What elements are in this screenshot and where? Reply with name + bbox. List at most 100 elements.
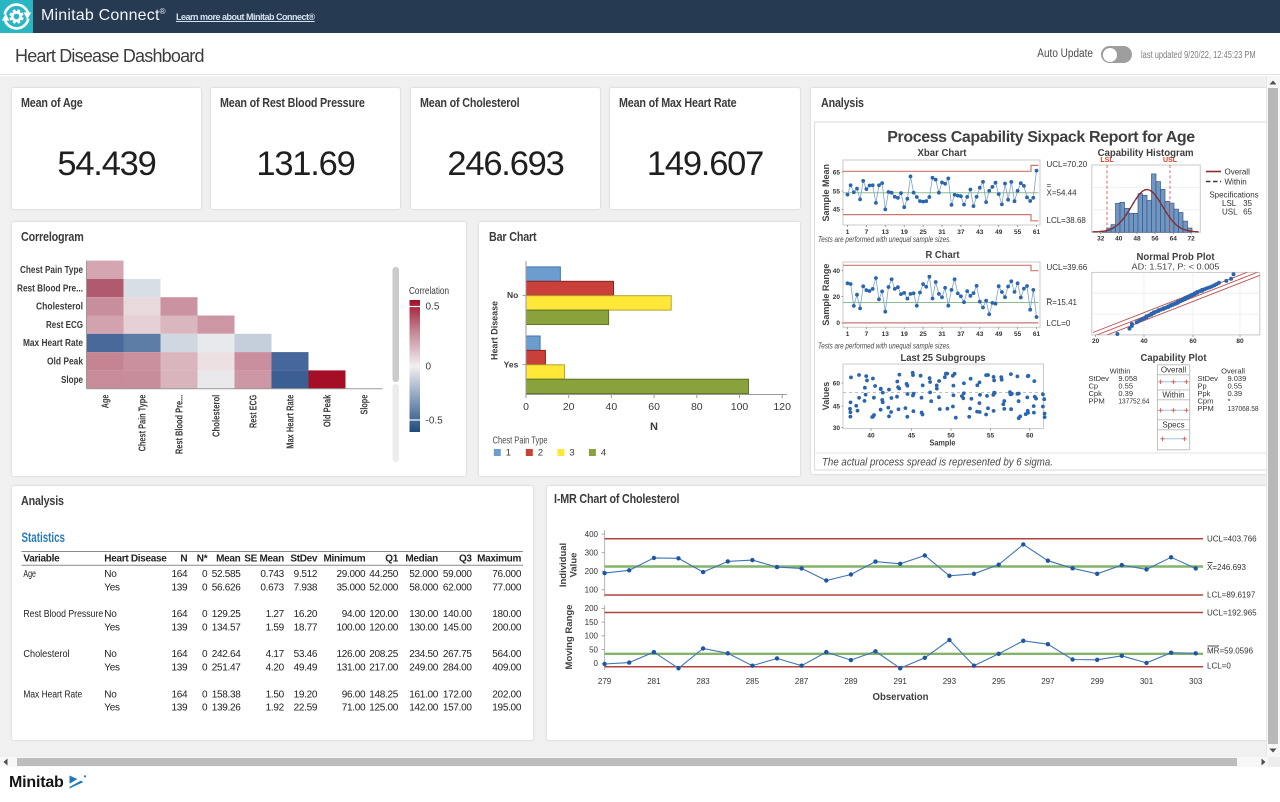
svg-text:Specs: Specs: [1162, 420, 1184, 429]
svg-text:1.50: 1.50: [266, 689, 285, 700]
svg-text:Sample Mean: Sample Mean: [821, 164, 831, 222]
svg-text:UCL=70.20: UCL=70.20: [1047, 160, 1088, 169]
svg-text:52.000: 52.000: [369, 582, 399, 593]
svg-text:64: 64: [1170, 235, 1178, 242]
svg-text:142.00: 142.00: [409, 703, 439, 714]
svg-text:Slope: Slope: [61, 375, 83, 386]
svg-text:100: 100: [731, 401, 749, 413]
svg-text:49: 49: [995, 229, 1003, 236]
svg-text:297: 297: [1041, 677, 1055, 686]
svg-text:-0.5: -0.5: [426, 416, 444, 427]
svg-text:16.20: 16.20: [294, 609, 318, 620]
svg-text:18.77: 18.77: [294, 623, 318, 634]
svg-text:X=246.693: X=246.693: [1207, 563, 1246, 572]
svg-text:No: No: [104, 609, 117, 620]
svg-text:N*: N*: [197, 554, 208, 565]
svg-text:40: 40: [1115, 235, 1123, 242]
svg-text:Statistics: Statistics: [22, 530, 66, 545]
svg-text:No: No: [104, 689, 117, 700]
svg-text:4: 4: [601, 448, 606, 459]
svg-text:55: 55: [1014, 331, 1022, 338]
svg-text:3: 3: [569, 448, 574, 459]
svg-text:94.00: 94.00: [342, 609, 366, 620]
svg-text:148.25: 148.25: [369, 689, 399, 700]
svg-text:Cholesterol: Cholesterol: [23, 649, 69, 660]
svg-text:Age: Age: [100, 394, 111, 408]
svg-text:2: 2: [538, 448, 543, 459]
svg-text:Within: Within: [1225, 178, 1247, 187]
svg-text:LCL=0: LCL=0: [1047, 319, 1071, 328]
svg-text:LCL=0: LCL=0: [1207, 662, 1231, 671]
svg-text:145.00: 145.00: [443, 623, 473, 634]
svg-text:LCL=38.68: LCL=38.68: [1047, 216, 1087, 225]
svg-text:0: 0: [202, 582, 208, 593]
svg-text:Tests are performed with unequ: Tests are performed with unequal sample …: [818, 341, 951, 351]
svg-text:164: 164: [172, 689, 189, 700]
svg-text:300: 300: [585, 549, 599, 558]
svg-text:217.00: 217.00: [369, 663, 399, 674]
svg-text:55: 55: [987, 433, 995, 440]
svg-text:120.00: 120.00: [369, 623, 399, 634]
svg-text:60: 60: [648, 401, 660, 413]
svg-text:49: 49: [995, 331, 1003, 338]
svg-text:120: 120: [773, 401, 791, 413]
svg-text:45: 45: [833, 403, 841, 410]
svg-text:53.46: 53.46: [294, 649, 318, 660]
svg-text:Maximum: Maximum: [477, 554, 521, 565]
svg-text:131.00: 131.00: [337, 663, 367, 674]
svg-text:140.00: 140.00: [443, 609, 473, 620]
svg-text:9.512: 9.512: [294, 569, 318, 580]
svg-text:Yes: Yes: [104, 703, 120, 714]
svg-text:137068.58: 137068.58: [1228, 404, 1259, 413]
svg-text:Correlation: Correlation: [409, 285, 449, 297]
svg-text:22.59: 22.59: [294, 703, 318, 714]
svg-text:139.26: 139.26: [212, 703, 242, 714]
svg-text:Q3: Q3: [459, 554, 472, 565]
svg-text:USL: USL: [1163, 157, 1178, 164]
svg-text:44.250: 44.250: [369, 569, 399, 580]
svg-text:43: 43: [976, 331, 984, 338]
svg-text:29.000: 29.000: [337, 569, 367, 580]
svg-text:UCL=192.965: UCL=192.965: [1207, 609, 1257, 618]
svg-text:200: 200: [585, 604, 599, 613]
svg-text:285: 285: [746, 677, 760, 686]
svg-text:19: 19: [901, 331, 909, 338]
svg-text:139: 139: [172, 703, 189, 714]
svg-text:100.00: 100.00: [337, 623, 367, 634]
svg-text:Rest Blood Pressure: Rest Blood Pressure: [23, 609, 103, 620]
svg-text:1.59: 1.59: [266, 623, 285, 634]
svg-text:200: 200: [585, 567, 599, 576]
svg-text:139: 139: [172, 582, 189, 593]
svg-text:USL: USL: [1222, 208, 1238, 217]
svg-text:0: 0: [836, 320, 840, 327]
svg-text:No: No: [507, 290, 518, 300]
svg-text:Chest Pain Type: Chest Pain Type: [20, 265, 83, 276]
svg-text:55: 55: [833, 188, 841, 195]
svg-text:25: 25: [919, 331, 927, 338]
svg-text:Mean: Mean: [216, 554, 241, 565]
svg-text:65: 65: [833, 169, 841, 176]
svg-text:279: 279: [598, 677, 612, 686]
svg-text:Rest Blood Pre...: Rest Blood Pre...: [174, 394, 185, 454]
svg-text:Old Peak: Old Peak: [47, 357, 83, 368]
svg-text:AD: 1.517, P: < 0.005: AD: 1.517, P: < 0.005: [1132, 262, 1220, 272]
svg-text:40: 40: [606, 401, 618, 413]
svg-text:19.20: 19.20: [294, 689, 318, 700]
svg-text:0: 0: [202, 569, 208, 580]
svg-text:1.92: 1.92: [266, 703, 285, 714]
svg-text:Observation: Observation: [873, 691, 929, 703]
svg-text:Moving Range: Moving Range: [564, 605, 575, 670]
svg-text:0: 0: [426, 362, 432, 373]
svg-text:Yes: Yes: [104, 623, 120, 634]
svg-text:X=54.44: X=54.44: [1047, 189, 1078, 198]
svg-text:0.5: 0.5: [426, 302, 440, 313]
svg-text:281: 281: [647, 677, 661, 686]
svg-text:Max Heart Rate: Max Heart Rate: [285, 394, 296, 448]
svg-text:Process Capability Sixpack Rep: Process Capability Sixpack Report for Ag…: [887, 129, 1195, 146]
svg-text:172.00: 172.00: [443, 689, 473, 700]
svg-text:283: 283: [696, 677, 710, 686]
svg-text:0: 0: [202, 703, 208, 714]
svg-text:Variable: Variable: [23, 554, 60, 565]
svg-text:158.38: 158.38: [212, 689, 242, 700]
svg-text:289: 289: [844, 677, 858, 686]
